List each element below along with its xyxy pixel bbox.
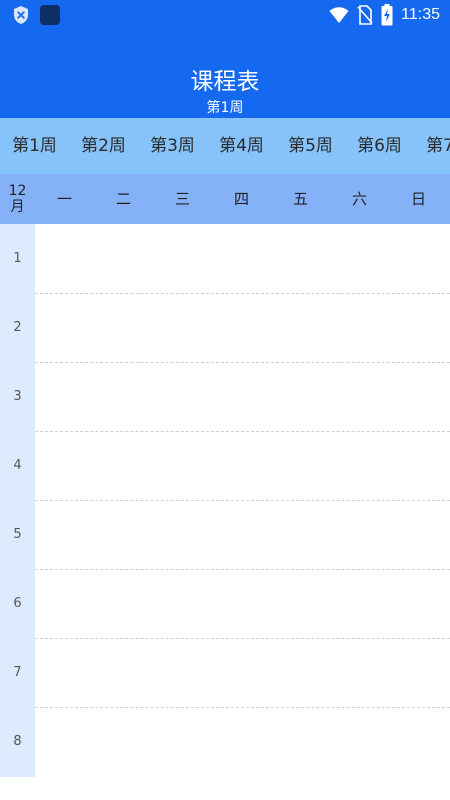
battery-charging-icon	[381, 4, 393, 26]
current-week-label: 第1周	[206, 100, 244, 116]
weekday-tue: 二	[115, 190, 131, 208]
period-number: 1	[13, 251, 22, 266]
tab-week-1[interactable]: 第1周	[0, 118, 69, 174]
period-number: 2	[13, 320, 22, 335]
row-divider	[35, 293, 450, 294]
weekday-thu: 四	[233, 190, 249, 208]
month-unit: 月	[10, 199, 25, 215]
weekday-wed: 三	[174, 190, 190, 208]
app-header: 课程表 第1周	[0, 32, 450, 118]
period-index-column: 1 2 3 4 5 6 7 8	[0, 224, 35, 777]
period-number: 5	[13, 527, 22, 542]
period-number: 8	[13, 734, 22, 749]
shield-x-icon	[14, 6, 28, 24]
tab-week-4[interactable]: 第4周	[207, 118, 276, 174]
app-icon	[40, 5, 60, 25]
tab-week-3[interactable]: 第3周	[138, 118, 207, 174]
row-divider	[35, 569, 450, 570]
month-number: 12	[8, 183, 27, 199]
page-title: 课程表	[190, 69, 260, 95]
tab-week-6[interactable]: 第6周	[345, 118, 414, 174]
weekday-sun: 日	[410, 190, 426, 208]
period-number: 3	[13, 389, 22, 404]
row-divider	[35, 707, 450, 708]
week-tab-bar[interactable]: 第1周第2周第3周第4周第5周第6周第7周	[0, 118, 450, 174]
status-left-icons	[12, 5, 60, 25]
no-sim-icon	[357, 5, 373, 25]
period-number: 7	[13, 665, 22, 680]
tab-week-2[interactable]: 第2周	[69, 118, 138, 174]
row-divider	[35, 500, 450, 501]
status-bar: 11:35	[0, 0, 450, 32]
weekday-header: 12 月 一 二 三 四 五 六 日	[0, 174, 450, 224]
status-time: 11:35	[401, 6, 440, 23]
weekday-sat: 六	[351, 190, 367, 208]
period-number: 6	[13, 596, 22, 611]
tab-week-7[interactable]: 第7周	[414, 118, 450, 174]
month-label: 12 月	[0, 174, 35, 224]
timetable-grid[interactable]: 1 2 3 4 5 6 7 8	[0, 224, 450, 777]
tab-week-5[interactable]: 第5周	[276, 118, 345, 174]
row-divider	[35, 362, 450, 363]
row-divider	[35, 431, 450, 432]
weekday-mon: 一	[56, 190, 72, 208]
wifi-icon	[329, 7, 349, 23]
period-number: 4	[13, 458, 22, 473]
status-right-icons: 11:35	[329, 4, 440, 26]
row-divider	[35, 638, 450, 639]
weekday-fri: 五	[292, 190, 308, 208]
